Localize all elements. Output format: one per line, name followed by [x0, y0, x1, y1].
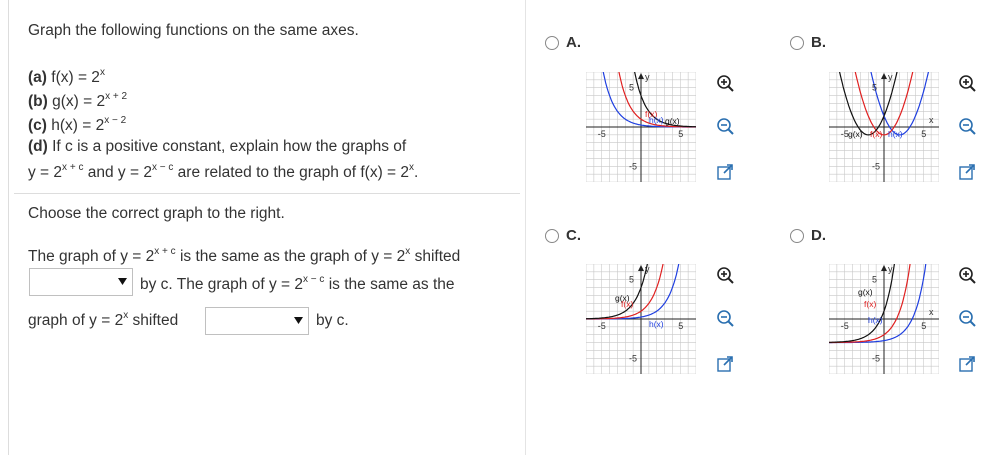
- zoom-out-icon[interactable]: [958, 309, 976, 327]
- panel-divider: [525, 0, 526, 455]
- label-h: h(x): [888, 129, 903, 139]
- label-h: h(x): [868, 315, 883, 325]
- graph-option-b[interactable]: y5-5-5 5xf(x)g(x) h(x): [829, 72, 939, 182]
- label-g: g(x): [858, 287, 873, 297]
- question-prompt: Graph the following functions on the sam…: [28, 22, 359, 39]
- option-label[interactable]: A.: [566, 34, 581, 51]
- answer-line-1: The graph of y = 2x + c is the same as t…: [28, 246, 461, 266]
- answer-line-2: by c. The graph of y = 2x − c is the sam…: [140, 274, 455, 294]
- x-tick-label: 5: [921, 321, 926, 331]
- x-tick-label: -5: [598, 129, 606, 139]
- y-axis-label: y: [888, 72, 893, 82]
- x-tick-label: -5: [841, 321, 849, 331]
- label-g: g(x): [615, 293, 630, 303]
- y-tick-label: 5: [629, 275, 634, 285]
- dropdown-caret-icon: [293, 315, 304, 326]
- y-tick-label: -5: [629, 353, 637, 363]
- x-axis-label: x: [929, 115, 934, 125]
- zoom-out-icon[interactable]: [716, 309, 734, 327]
- label-h: h(x): [649, 319, 664, 329]
- x-tick-label: -5: [598, 321, 606, 331]
- y-tick-label: 5: [872, 275, 877, 285]
- y-axis-arrow: [638, 73, 644, 79]
- label-g: g(x): [848, 129, 863, 139]
- x-tick-label: 5: [678, 321, 683, 331]
- option-label[interactable]: D.: [811, 227, 826, 244]
- answer-line-3: graph of y = 2x shifted: [28, 310, 179, 330]
- y-axis-label: y: [645, 264, 650, 274]
- zoom-in-icon[interactable]: [716, 74, 734, 92]
- pop-out-icon[interactable]: [716, 163, 734, 181]
- y-tick-label: 5: [629, 83, 634, 93]
- dropdown-caret-icon: [117, 276, 128, 287]
- pop-out-icon[interactable]: [958, 355, 976, 373]
- part-d-line2: y = 2x + c and y = 2x − c are related to…: [28, 162, 419, 182]
- zoom-in-icon[interactable]: [958, 266, 976, 284]
- option-radio-d[interactable]: [790, 229, 804, 243]
- answer-line-3-end: by c.: [316, 312, 349, 329]
- option-radio-b[interactable]: [790, 36, 804, 50]
- x-tick-label: 5: [921, 129, 926, 139]
- zoom-in-icon[interactable]: [716, 266, 734, 284]
- y-axis-label: y: [645, 72, 650, 82]
- zoom-in-icon[interactable]: [958, 74, 976, 92]
- y-axis-arrow: [638, 265, 644, 271]
- y-axis-arrow: [881, 265, 887, 271]
- option-radio-c[interactable]: [545, 229, 559, 243]
- graph-option-d[interactable]: y5-5-5 5xf(x)g(x)h(x): [829, 264, 939, 374]
- y-tick-label: -5: [872, 161, 880, 171]
- shift-direction-dropdown-2[interactable]: [205, 307, 309, 335]
- label-f: f(x): [864, 299, 876, 309]
- option-label[interactable]: C.: [566, 227, 581, 244]
- pop-out-icon[interactable]: [716, 355, 734, 373]
- shift-direction-dropdown-1[interactable]: [29, 268, 133, 296]
- graph-option-a[interactable]: y5-5-5 5f(x)g(x)h(x): [586, 72, 696, 182]
- y-tick-label: -5: [629, 161, 637, 171]
- zoom-out-icon[interactable]: [716, 117, 734, 135]
- left-border: [8, 0, 9, 455]
- zoom-out-icon[interactable]: [958, 117, 976, 135]
- part-a: (a) f(x) = 2x: [28, 67, 105, 87]
- y-axis-arrow: [881, 73, 887, 79]
- section-divider: [14, 193, 520, 194]
- option-label[interactable]: B.: [811, 34, 826, 51]
- part-b: (b) g(x) = 2x + 2: [28, 91, 128, 111]
- instruction-text: Choose the correct graph to the right.: [28, 205, 285, 222]
- graph-option-c[interactable]: y5-5-5 5f(x)g(x)h(x): [586, 264, 696, 374]
- y-axis-label: y: [888, 264, 893, 274]
- y-tick-label: -5: [872, 353, 880, 363]
- x-axis-label: x: [929, 307, 934, 317]
- option-radio-a[interactable]: [545, 36, 559, 50]
- part-d: (d) If c is a positive constant, explain…: [28, 138, 407, 155]
- y-tick-label: 5: [872, 83, 877, 93]
- part-c: (c) h(x) = 2x − 2: [28, 115, 127, 135]
- label-f: f(x): [870, 129, 882, 139]
- x-tick-label: 5: [678, 129, 683, 139]
- pop-out-icon[interactable]: [958, 163, 976, 181]
- label-h: h(x): [649, 115, 664, 125]
- label-g: g(x): [665, 116, 680, 126]
